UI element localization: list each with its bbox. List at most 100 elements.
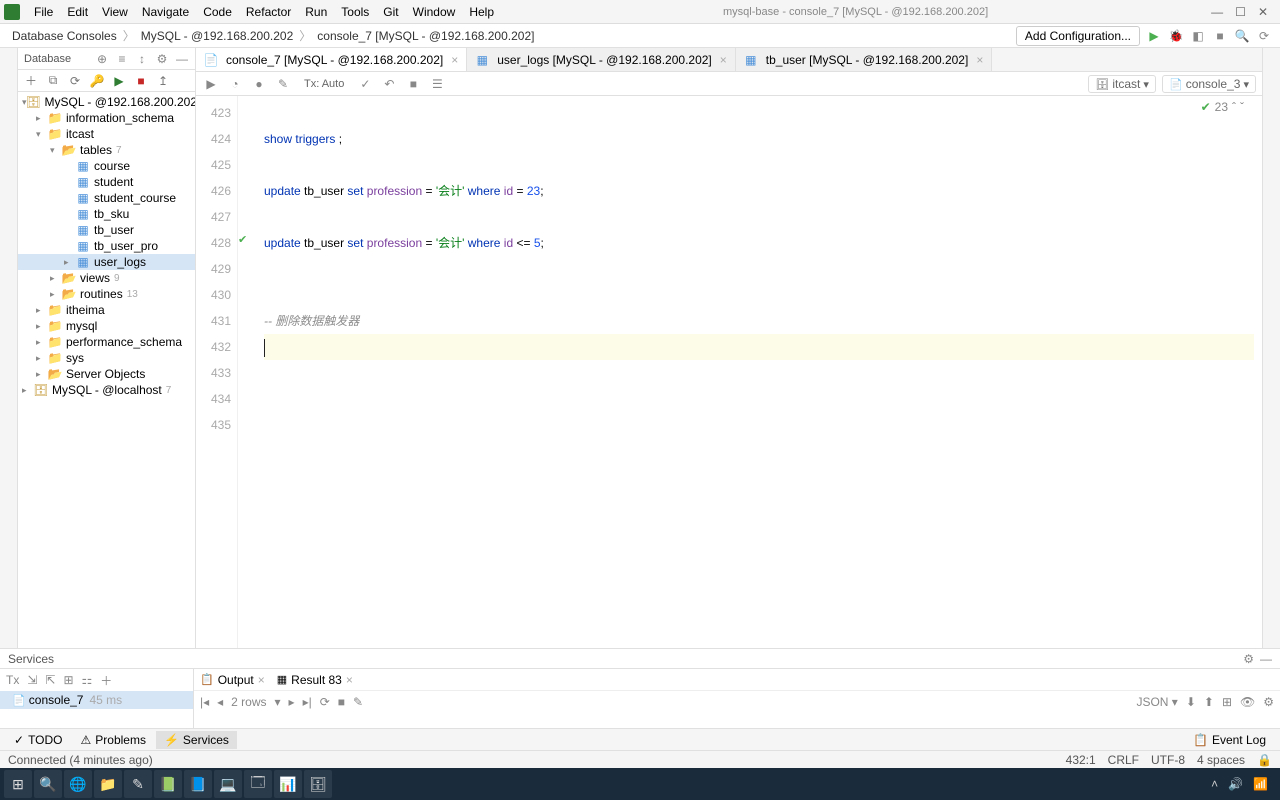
layout-icon[interactable]: ⊞: [63, 673, 73, 687]
tree-schema[interactable]: ▸📁performance_schema: [18, 334, 195, 350]
next-page-icon[interactable]: ▸: [289, 695, 295, 709]
menu-navigate[interactable]: Navigate: [136, 3, 195, 21]
close-icon[interactable]: ×: [258, 673, 265, 687]
first-page-icon[interactable]: |◂: [200, 695, 209, 709]
lock-icon[interactable]: 🔒: [1257, 753, 1272, 767]
settings-icon[interactable]: ☰: [428, 75, 446, 93]
tray-up-icon[interactable]: ˄: [1211, 777, 1218, 791]
code-content[interactable]: show triggers ;update tb_user set profes…: [256, 96, 1262, 648]
problems-tab[interactable]: ⚠ Problems: [73, 731, 154, 749]
collapse-icon[interactable]: ⊕: [95, 52, 109, 66]
close-icon[interactable]: ×: [976, 53, 983, 67]
crumb-2[interactable]: MySQL - @192.168.200.202: [137, 29, 298, 43]
tree-table-selected[interactable]: ▸▦user_logs: [18, 254, 195, 270]
menu-window[interactable]: Window: [407, 3, 462, 21]
code-editor[interactable]: ✔ 23 ˆ ˇ 4234244254264274284294304314324…: [196, 96, 1262, 648]
view-icon[interactable]: ⊞: [1222, 695, 1232, 709]
tree-datasource[interactable]: ▾🗄MySQL - @192.168.200.202: [18, 94, 195, 110]
menu-git[interactable]: Git: [377, 3, 404, 21]
crumb-1[interactable]: Database Consoles: [8, 29, 121, 43]
taskbar-app[interactable]: 🌐: [64, 770, 92, 798]
menu-code[interactable]: Code: [197, 3, 238, 21]
tree-tables-folder[interactable]: ▾📂tables7: [18, 142, 195, 158]
tree-table[interactable]: ▦tb_user_pro: [18, 238, 195, 254]
schema-selector[interactable]: 🗄 itcast ▾: [1088, 75, 1156, 93]
filter-icon[interactable]: ⚏: [82, 673, 93, 687]
taskbar-app[interactable]: 📊: [274, 770, 302, 798]
network-icon[interactable]: 🔊: [1228, 777, 1243, 791]
reload-icon[interactable]: ⟳: [320, 695, 330, 709]
refresh-icon[interactable]: ⟳: [66, 72, 84, 90]
run-icon[interactable]: ▶: [110, 72, 128, 90]
tree-schema[interactable]: ▸📁mysql: [18, 318, 195, 334]
execute-icon[interactable]: ▶: [202, 75, 220, 93]
cancel-icon[interactable]: ■: [404, 75, 422, 93]
history-icon[interactable]: ●: [250, 75, 268, 93]
stop-icon[interactable]: ■: [132, 72, 150, 90]
console-selector[interactable]: 📄 console_3 ▾: [1162, 75, 1256, 93]
menu-file[interactable]: File: [28, 3, 59, 21]
tree-table[interactable]: ▦course: [18, 158, 195, 174]
tree-routines-folder[interactable]: ▸📂routines13: [18, 286, 195, 302]
close-icon[interactable]: ×: [451, 53, 458, 67]
close-icon[interactable]: ×: [720, 53, 727, 67]
taskbar-app[interactable]: 📁: [94, 770, 122, 798]
import-icon[interactable]: ⬆: [1204, 695, 1214, 709]
tree-datasource[interactable]: ▸🗄MySQL - @localhost7: [18, 382, 195, 398]
taskbar-app[interactable]: 🗄: [304, 770, 332, 798]
tx-icon[interactable]: Tx: [6, 673, 19, 687]
tx-mode[interactable]: Tx: Auto: [298, 78, 350, 90]
stop-icon[interactable]: ■: [1212, 28, 1228, 44]
menu-view[interactable]: View: [96, 3, 134, 21]
add-icon[interactable]: ＋: [22, 72, 40, 90]
taskbar-app[interactable]: 📗: [154, 770, 182, 798]
tree-table[interactable]: ▦student_course: [18, 190, 195, 206]
file-encoding[interactable]: UTF-8: [1151, 753, 1185, 767]
gear-icon[interactable]: ⚙: [1263, 695, 1274, 709]
taskbar-app[interactable]: 📘: [184, 770, 212, 798]
tree-server-objects[interactable]: ▸📂Server Objects: [18, 366, 195, 382]
coverage-icon[interactable]: ◧: [1190, 28, 1206, 44]
tab-tb-user[interactable]: ▦tb_user [MySQL - @192.168.200.202]×: [736, 48, 993, 71]
taskbar-app[interactable]: 💻: [214, 770, 242, 798]
format-selector[interactable]: JSON ▾: [1136, 695, 1177, 709]
maximize-icon[interactable]: ☐: [1235, 5, 1246, 19]
edit-icon[interactable]: ✎: [274, 75, 292, 93]
services-item[interactable]: 📄 console_745 ms: [0, 691, 193, 709]
collapse-icon[interactable]: ⇱: [45, 673, 55, 687]
right-tool-rail[interactable]: [1262, 48, 1280, 648]
indent-info[interactable]: 4 spaces: [1197, 753, 1245, 767]
hide-icon[interactable]: —: [1260, 652, 1272, 666]
filter-icon[interactable]: ✎: [353, 695, 363, 709]
tree-schema[interactable]: ▸📁sys: [18, 350, 195, 366]
system-tray[interactable]: ˄ 🔊 📶: [1211, 777, 1276, 791]
filter-icon[interactable]: ↕: [135, 52, 149, 66]
start-button[interactable]: ⊞: [4, 770, 32, 798]
menu-help[interactable]: Help: [463, 3, 500, 21]
services-tab[interactable]: ⚡ Services: [156, 731, 237, 749]
event-log-tab[interactable]: 📋 Event Log: [1185, 731, 1274, 749]
tree-views-folder[interactable]: ▸📂views9: [18, 270, 195, 286]
debug-icon[interactable]: 🐞: [1168, 28, 1184, 44]
tree-schema[interactable]: ▸📁information_schema: [18, 110, 195, 126]
expand-icon[interactable]: ≡: [115, 52, 129, 66]
prev-page-icon[interactable]: ◂: [217, 695, 223, 709]
todo-tab[interactable]: ✓ TODO: [6, 731, 71, 749]
cursor-position[interactable]: 432:1: [1066, 753, 1096, 767]
menu-edit[interactable]: Edit: [61, 3, 94, 21]
stop-icon[interactable]: ■: [338, 695, 345, 709]
search-icon[interactable]: 🔍: [1234, 28, 1250, 44]
minimize-icon[interactable]: —: [1211, 5, 1223, 19]
commit-icon[interactable]: ✓: [356, 75, 374, 93]
dropdown-icon[interactable]: ▾: [275, 695, 281, 709]
add-icon[interactable]: ＋: [100, 672, 112, 689]
gear-icon[interactable]: ⚙: [1243, 652, 1254, 666]
crumb-3[interactable]: console_7 [MySQL - @192.168.200.202]: [313, 29, 538, 43]
output-tab[interactable]: 📋 Output ×: [200, 673, 265, 687]
gear-icon[interactable]: ⚙: [155, 52, 169, 66]
key-icon[interactable]: 🔑: [88, 72, 106, 90]
close-icon[interactable]: ×: [346, 673, 353, 687]
add-configuration-button[interactable]: Add Configuration...: [1016, 26, 1140, 46]
tree-schema-itcast[interactable]: ▾📁itcast: [18, 126, 195, 142]
up-icon[interactable]: ↥: [154, 72, 172, 90]
